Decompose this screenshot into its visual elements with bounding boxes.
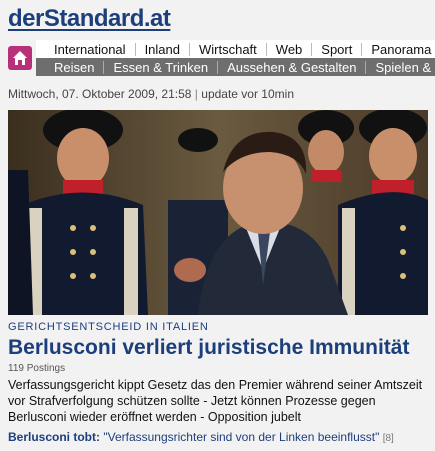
nav-item-panorama[interactable]: Panorama [362,43,435,56]
dateline: Mittwoch, 07. Oktober 2009, 21:58 | upda… [8,87,294,101]
article-headline[interactable]: Berlusconi verliert juristische Immunitä… [8,336,409,360]
nav-item-wirtschaft[interactable]: Wirtschaft [190,42,267,56]
article-teaser: Verfassungsgericht kippt Gesetz das den … [8,378,423,424]
nav-item-spielen-lesen[interactable]: Spielen & Lese [366,61,435,74]
nav-item-inland[interactable]: Inland [136,42,190,56]
postings-count[interactable]: 119 Postings [8,363,65,374]
article-photo[interactable] [8,110,428,315]
article-kicker: Gerichtsentscheid in Italien [8,321,209,333]
home-icon [13,51,27,65]
nav-item-sport[interactable]: Sport [312,42,363,56]
related-quote: "Verfassungsrichter sind von der Linken … [103,430,380,444]
nav-item-web[interactable]: Web [267,42,313,56]
nav-item-international[interactable]: International [36,42,136,56]
site-logo[interactable]: derStandard.at [8,5,171,33]
nav-item-essen-trinken[interactable]: Essen & Trinken [104,60,219,74]
secondary-nav: Reisen Essen & Trinken Aussehen & Gestal… [36,58,435,76]
dateline-separator: | [194,87,198,101]
primary-nav: International Inland Wirtschaft Web Spor… [36,40,435,58]
related-count: [8] [382,433,394,444]
related-lead: Berlusconi tobt: [8,430,100,444]
nav-item-reisen[interactable]: Reisen [36,60,105,74]
home-button[interactable] [8,46,32,70]
site-header: derStandard.at [0,0,435,40]
photo-illustration [8,110,428,315]
publish-date: Mittwoch, 07. Oktober 2009, 21:58 [8,87,192,101]
related-link[interactable]: Berlusconi tobt: "Verfassungsrichter sin… [8,430,435,444]
update-time: update vor 10min [201,87,294,101]
nav-item-aussehen-gestalten[interactable]: Aussehen & Gestalten [218,60,367,74]
